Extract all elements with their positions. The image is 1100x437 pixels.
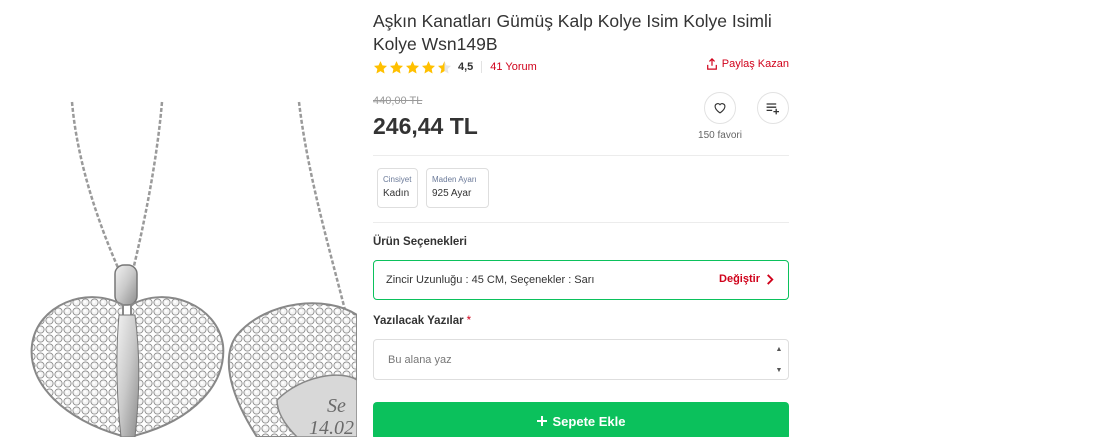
attribute-gender: Cinsiyet Kadın <box>377 168 418 208</box>
add-to-list-button[interactable] <box>757 92 789 124</box>
scrollbar[interactable]: ▲ ▼ <box>774 346 784 374</box>
divider <box>373 155 789 156</box>
star-icon <box>373 60 388 73</box>
playlist-add-icon <box>766 103 779 115</box>
share-icon <box>706 58 717 70</box>
chevron-right-icon <box>767 273 774 285</box>
attribute-key: Cinsiyet <box>383 175 412 184</box>
add-to-cart-button[interactable]: Sepete Ekle <box>373 402 789 437</box>
product-image[interactable]: Se 14.02 <box>27 100 357 437</box>
favorite-button[interactable] <box>704 92 736 124</box>
engraving-field[interactable]: ▲ ▼ <box>373 339 789 380</box>
engraving-label-text: Yazılacak Yazılar <box>373 315 464 327</box>
product-info: Aşkın Kanatları Gümüş Kalp Kolye Isim Ko… <box>373 0 789 437</box>
half-star-icon <box>437 60 452 73</box>
star-icon <box>405 60 420 73</box>
required-mark: * <box>466 315 472 327</box>
attribute-value: Kadın <box>383 188 410 199</box>
change-variant-button[interactable]: Değiştir <box>719 273 774 285</box>
plus-icon <box>536 416 547 426</box>
engraving-label: Yazılacak Yazılar * <box>373 315 471 327</box>
options-title: Ürün Seçenekleri <box>373 236 467 248</box>
product-title: Aşkın Kanatları Gümüş Kalp Kolye Isim Ko… <box>373 11 772 54</box>
divider <box>373 222 789 223</box>
heart-icon <box>714 103 726 114</box>
attribute-value: 925 Ayar <box>432 188 472 199</box>
star-icon <box>421 60 436 73</box>
engraving-input[interactable] <box>374 340 770 379</box>
rating-row: 4,5 41 Yorum Paylaş Kazan <box>373 58 789 76</box>
old-price: 440,00 TL <box>373 95 423 107</box>
variant-text: Zincir Uzunluğu : 45 CM, Seçenekler : Sa… <box>386 274 595 286</box>
engraving-text-1: Se <box>327 395 346 417</box>
reviews-link[interactable]: 41 Yorum <box>490 61 536 73</box>
add-to-cart-label: Sepete Ekle <box>552 413 626 429</box>
variant-selector[interactable]: Zincir Uzunluğu : 45 CM, Seçenekler : Sa… <box>373 260 789 300</box>
engraving-text-2: 14.02 <box>309 417 354 437</box>
rating-stars <box>373 60 452 75</box>
share-button[interactable]: Paylaş Kazan <box>706 58 789 70</box>
attribute-key: Maden Ayarı <box>432 175 477 184</box>
favorite-count: 150 favori <box>698 130 742 141</box>
divider <box>481 61 483 73</box>
rating-value: 4,5 <box>458 61 474 73</box>
attribute-metal: Maden Ayarı 925 Ayar <box>426 168 489 208</box>
share-label: Paylaş Kazan <box>721 58 789 70</box>
scroll-up-icon[interactable]: ▲ <box>776 346 783 353</box>
star-icon <box>389 60 404 73</box>
current-price: 246,44 TL <box>373 113 478 139</box>
change-label: Değiştir <box>719 273 760 285</box>
scroll-down-icon[interactable]: ▼ <box>776 367 783 374</box>
